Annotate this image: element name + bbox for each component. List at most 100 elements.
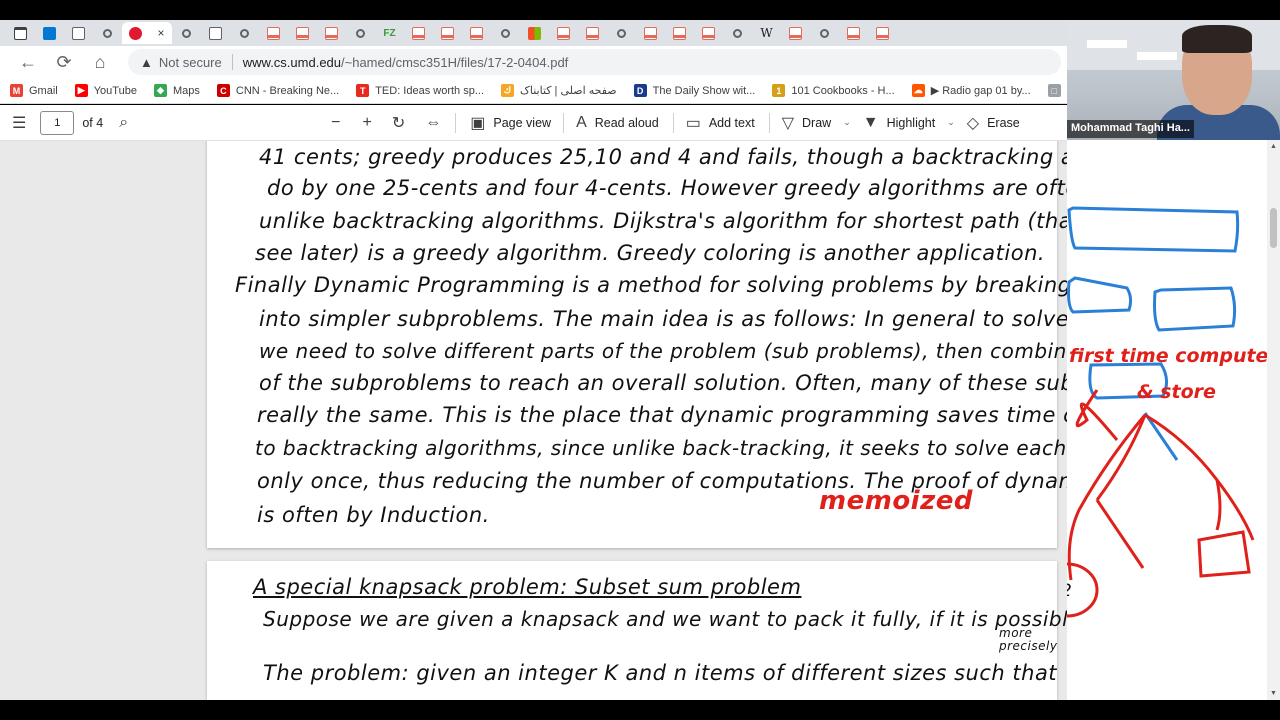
scroll-thumb[interactable] [1270, 208, 1277, 248]
tab-search[interactable] [230, 22, 259, 44]
scroll-up-icon[interactable]: ▲ [1270, 143, 1277, 150]
blue-edge [1143, 412, 1179, 461]
tab-pdf[interactable] [433, 22, 462, 44]
tab-pdf[interactable] [549, 22, 578, 44]
red-edge-lower [1095, 499, 1145, 569]
dailyshow-icon: D [633, 84, 647, 97]
address-bar[interactable]: ▲ Not secure www.cs.umd.edu/~hamed/cmsc3… [128, 49, 1061, 75]
bookmark-label: 101 Cookbooks - H... [791, 84, 895, 97]
blue-box-right [1153, 286, 1237, 332]
tab-pdf[interactable] [462, 22, 491, 44]
search-icon [182, 28, 191, 38]
home-icon: ⌂ [94, 51, 106, 72]
address-row: ← ⟳ ⌂ ▲ Not secure www.cs.umd.edu/~hamed… [0, 46, 1067, 78]
tab-pdf[interactable] [317, 22, 346, 44]
window-icon [14, 26, 27, 40]
bookmark-item[interactable]: 1 101 Cookbooks - H... [772, 84, 895, 97]
tab-pdf[interactable] [694, 22, 723, 44]
tab-pdf[interactable] [665, 22, 694, 44]
zoom-in-button[interactable]: + [363, 114, 372, 132]
ted-icon: T [356, 84, 370, 97]
tab-pdf[interactable] [868, 22, 897, 44]
back-arrow-icon: ← [19, 51, 37, 72]
chevron-down-icon[interactable]: ⌄ [843, 117, 851, 128]
tab-pdf[interactable] [259, 22, 288, 44]
document-icon [209, 26, 222, 40]
reload-icon: ⟳ [56, 51, 72, 72]
tab-search[interactable] [172, 22, 201, 44]
url-path[interactable]: /~hamed/cmsc351H/files/17-2-0404.pdf [341, 55, 568, 70]
tab-outlook[interactable] [35, 22, 64, 44]
tab-window-menu[interactable] [6, 22, 35, 44]
tab-pdf[interactable] [288, 22, 317, 44]
tab-wikipedia[interactable]: W [752, 22, 781, 44]
microsoft-icon [528, 26, 541, 40]
tab-search[interactable] [607, 22, 636, 44]
zoom-out-button[interactable]: − [331, 114, 340, 132]
tab-pdf[interactable] [781, 22, 810, 44]
pdf-toolbar: ☰ 1 of 4 ⌕ − + ↻ ⇔ ▣ Page view A Read alou… [0, 105, 1067, 141]
tab-document[interactable] [64, 22, 93, 44]
close-icon[interactable]: × [157, 26, 164, 40]
tab-search[interactable] [346, 22, 375, 44]
bookmark-item[interactable]: ▶ YouTube [74, 84, 137, 97]
pdf-icon [789, 26, 802, 40]
bookmark-item[interactable]: ◆ Maps [153, 84, 200, 97]
tab-umd-active[interactable]: × [122, 22, 172, 44]
document-icon [72, 26, 85, 40]
home-button[interactable]: ⌂ [82, 48, 118, 76]
bookmark-item[interactable]: ك صفحه اصلی | کتابناک [501, 84, 617, 97]
tab-search[interactable] [93, 22, 122, 44]
reload-button[interactable]: ⟳ [46, 48, 82, 76]
add-text-button[interactable]: ▭ Add text [686, 113, 755, 133]
bookmark-item[interactable]: M Gmail [10, 84, 58, 97]
red-edge-right [1144, 413, 1255, 541]
security-label[interactable]: Not secure [159, 55, 222, 70]
chevron-down-icon[interactable]: ⌄ [947, 117, 955, 128]
pdf-icon [876, 26, 889, 40]
soundcloud-icon: ☁ [911, 84, 925, 97]
url-divider [231, 54, 233, 70]
tab-pdf[interactable] [636, 22, 665, 44]
tab-pdf[interactable] [578, 22, 607, 44]
search-icon [820, 28, 829, 38]
whiteboard-caption: first time compute [1069, 345, 1269, 367]
highlight-button[interactable]: ▼ Highlight ⌄ [863, 114, 955, 132]
pdf-icon [644, 26, 657, 40]
tab-pdf[interactable] [839, 22, 868, 44]
bookmark-item[interactable]: D The Daily Show wit... [633, 84, 755, 97]
bookmark-label: YouTube [93, 84, 137, 97]
page-number-input[interactable]: 1 [40, 110, 75, 135]
back-button[interactable]: ← [10, 48, 46, 76]
tab-search[interactable] [491, 22, 520, 44]
erase-button[interactable]: ◇ Erase [967, 113, 1020, 133]
tab-pdf[interactable] [404, 22, 433, 44]
highlight-label: Highlight [886, 115, 936, 130]
page-view-button[interactable]: ▣ Page view [470, 113, 551, 133]
cnn-icon: C [216, 84, 230, 97]
contents-icon[interactable]: ☰ [12, 113, 26, 133]
page1-line: into simpler subproblems. The main idea … [259, 307, 1067, 331]
draw-button[interactable]: ▽ Draw ⌄ [782, 113, 851, 133]
rotate-icon[interactable]: ↻ [392, 113, 405, 133]
tab-search[interactable] [810, 22, 839, 44]
tab-fz[interactable]: FZ [375, 22, 404, 44]
read-aloud-button[interactable]: A Read aloud [576, 114, 659, 132]
tab-document[interactable] [201, 22, 230, 44]
fit-page-icon[interactable]: ⇔ [425, 114, 441, 132]
page1-line: see later) is a greedy algorithm. Greedy… [255, 241, 1046, 265]
pdf-document-area[interactable]: 41 cents; greedy produces 25,10 and 4 an… [0, 141, 1067, 700]
scroll-down-icon[interactable]: ▼ [1270, 690, 1277, 697]
bookmark-item[interactable]: T TED: Ideas worth sp... [356, 84, 484, 97]
url-host[interactable]: www.cs.umd.edu [243, 55, 341, 70]
bookmark-item[interactable]: ☁ ▶ Radio gap 01 by... [911, 84, 1031, 97]
red-box [1197, 530, 1251, 578]
bookmark-item[interactable]: C CNN - Breaking Ne... [216, 84, 339, 97]
search-icon[interactable]: ⌕ [119, 114, 128, 132]
warning-icon[interactable]: ▲ [140, 55, 153, 70]
search-icon [733, 28, 742, 38]
toolbar-divider [768, 112, 770, 133]
tab-search[interactable] [723, 22, 752, 44]
tab-microsoft[interactable] [520, 22, 549, 44]
erase-label: Erase [987, 115, 1020, 130]
